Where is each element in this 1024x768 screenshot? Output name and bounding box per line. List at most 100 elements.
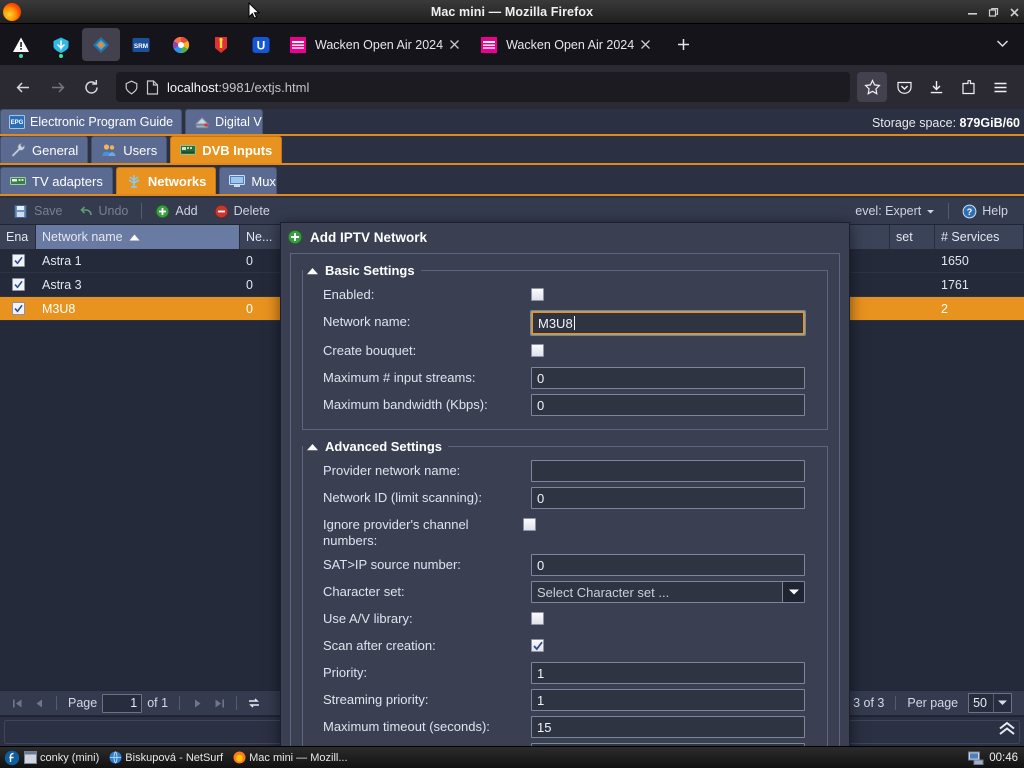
per-page-select[interactable]: 50 [968, 693, 1012, 713]
expand-panel-icon[interactable] [998, 721, 1016, 741]
chevron-down-icon[interactable] [993, 694, 1011, 712]
browser-tab-1-label: Wacken Open Air 2024 [315, 37, 444, 52]
minimize-button[interactable] [967, 7, 978, 18]
pinned-tab-colorwheel[interactable] [162, 28, 200, 61]
field-scan-after-creation-control [531, 635, 827, 656]
cell-charset [890, 297, 935, 321]
maximize-restore-button[interactable] [988, 7, 999, 18]
pinned-tab-srm[interactable]: SRM [122, 28, 160, 61]
dialog-titlebar: Add IPTV Network [281, 223, 849, 251]
column-header-services[interactable]: # Services [935, 225, 1024, 249]
pocket-icon[interactable] [889, 72, 919, 102]
column-header-enabled[interactable]: Ena [0, 225, 36, 249]
taskbar-item-firefox[interactable]: Mac mini — Mozill... [231, 748, 355, 768]
list-all-tabs-icon[interactable] [995, 36, 1010, 56]
column-header-charset[interactable]: set [890, 225, 935, 249]
field-satip-source-number: SAT>IP source number: 0 [303, 554, 827, 576]
priority-input[interactable]: 1 [531, 662, 805, 684]
pinned-tab-diamond[interactable] [82, 28, 120, 61]
download-icon[interactable] [921, 72, 951, 102]
tab-users[interactable]: Users [91, 136, 168, 163]
tab-electronic-program-guide[interactable]: EPG Electronic Program Guide [0, 109, 183, 134]
satip-source-number-input[interactable]: 0 [531, 554, 805, 576]
network-name-input[interactable]: M3U8 [530, 310, 806, 336]
field-network-name-control: M3U8 [530, 310, 827, 336]
next-page-button[interactable] [186, 693, 208, 713]
pinned-tab-shield[interactable] [42, 28, 80, 61]
hamburger-menu-icon[interactable] [985, 72, 1015, 102]
url-bar[interactable]: localhost:9981/extjs.html [116, 72, 850, 102]
collapse-triangle-icon[interactable] [306, 263, 319, 278]
close-button[interactable] [1009, 7, 1020, 18]
max-bandwidth-input[interactable]: 0 [531, 394, 805, 416]
tab-muxes[interactable]: Muxes [219, 167, 278, 194]
extensions-icon[interactable] [953, 72, 983, 102]
tab-dvb-inputs[interactable]: DVB Inputs [170, 136, 283, 163]
netsurf-icon [109, 751, 122, 764]
previous-page-button[interactable] [28, 693, 50, 713]
bookmark-star-icon[interactable] [857, 72, 887, 102]
column-header-network-name[interactable]: Network name [36, 225, 240, 249]
back-button[interactable] [8, 72, 38, 102]
last-page-button[interactable] [208, 693, 230, 713]
tab-tv-adapters[interactable]: TV adapters [0, 167, 113, 194]
storage-space-indicator: Storage space: 879GiB/60 [872, 116, 1020, 130]
new-tab-button[interactable] [668, 30, 698, 60]
page-number-input[interactable]: 1 [102, 693, 143, 713]
browser-tab-2[interactable]: Wacken Open Air 2024 [473, 28, 662, 61]
delete-button[interactable]: Delete [206, 200, 278, 222]
undo-button[interactable]: Undo [71, 200, 137, 222]
max-input-streams-input[interactable]: 0 [531, 367, 805, 389]
field-max-input-streams-label: Maximum # input streams: [323, 370, 476, 385]
add-button[interactable]: Add [147, 200, 205, 222]
first-page-button[interactable] [6, 693, 28, 713]
tab-networks[interactable]: Networks [115, 167, 217, 194]
row-enabled-checkbox[interactable] [11, 254, 25, 267]
ignore-provider-channel-numbers-checkbox[interactable] [523, 518, 536, 531]
row-enabled-checkbox[interactable] [11, 302, 25, 315]
pinned-tab-crest[interactable] [202, 28, 240, 61]
tab-digital-video-recorder[interactable]: Digital V [185, 109, 264, 134]
character-set-select[interactable]: Select Character set ... [531, 581, 805, 603]
enabled-checkbox[interactable] [531, 288, 544, 301]
collapse-triangle-icon[interactable] [306, 439, 319, 454]
cell-network-name: Astra 1 [42, 253, 82, 268]
maximum-timeout-input[interactable]: 15 [531, 716, 805, 738]
taskbar-item-netsurf[interactable]: Biskupová - NetSurf [107, 748, 231, 768]
tab-networks-label: Networks [147, 173, 207, 189]
reload-button[interactable] [76, 72, 106, 102]
pinned-tab-letter-u[interactable]: U [242, 28, 280, 61]
scan-after-creation-checkbox[interactable] [531, 639, 544, 652]
section-basic-settings-legend[interactable]: Basic Settings [303, 263, 421, 278]
provider-network-name-input[interactable] [531, 460, 805, 482]
page-info-icon[interactable] [146, 79, 159, 95]
field-network-id: Network ID (limit scanning): 0 [303, 487, 827, 509]
forward-button[interactable] [42, 72, 72, 102]
close-icon[interactable] [443, 34, 465, 56]
close-icon[interactable] [634, 34, 656, 56]
streaming-priority-input[interactable]: 1 [531, 689, 805, 711]
tab-general[interactable]: General [0, 136, 89, 163]
save-button[interactable]: Save [6, 200, 71, 222]
row-enabled-checkbox[interactable] [11, 278, 25, 291]
character-set-value: Select Character set ... [537, 584, 670, 600]
mouse-cursor [248, 2, 260, 19]
section-advanced-settings-legend[interactable]: Advanced Settings [303, 439, 448, 454]
help-button[interactable]: ? Help [954, 200, 1016, 222]
use-av-library-checkbox[interactable] [531, 612, 544, 625]
chevron-down-icon[interactable] [782, 582, 804, 602]
shield-icon[interactable] [124, 80, 139, 95]
antenna-icon [128, 175, 140, 188]
pinned-tab-warning[interactable] [2, 28, 40, 61]
view-level-selector[interactable]: evel: Expert [847, 200, 943, 222]
browser-tab-1[interactable]: Wacken Open Air 2024 [282, 28, 471, 61]
refresh-button[interactable] [243, 693, 265, 713]
display-icon[interactable] [968, 751, 984, 765]
taskbar-item-firefox-label: Mac mini — Mozill... [249, 751, 348, 764]
taskbar-item-conky[interactable]: conky (mini) [22, 748, 107, 768]
create-bouquet-checkbox[interactable] [531, 344, 544, 357]
help-icon: ? [962, 204, 977, 218]
tvheadend-subtabs: TV adapters Networks Muxes [0, 167, 1024, 196]
launcher-icon[interactable] [2, 748, 22, 768]
network-id-input[interactable]: 0 [531, 487, 805, 509]
